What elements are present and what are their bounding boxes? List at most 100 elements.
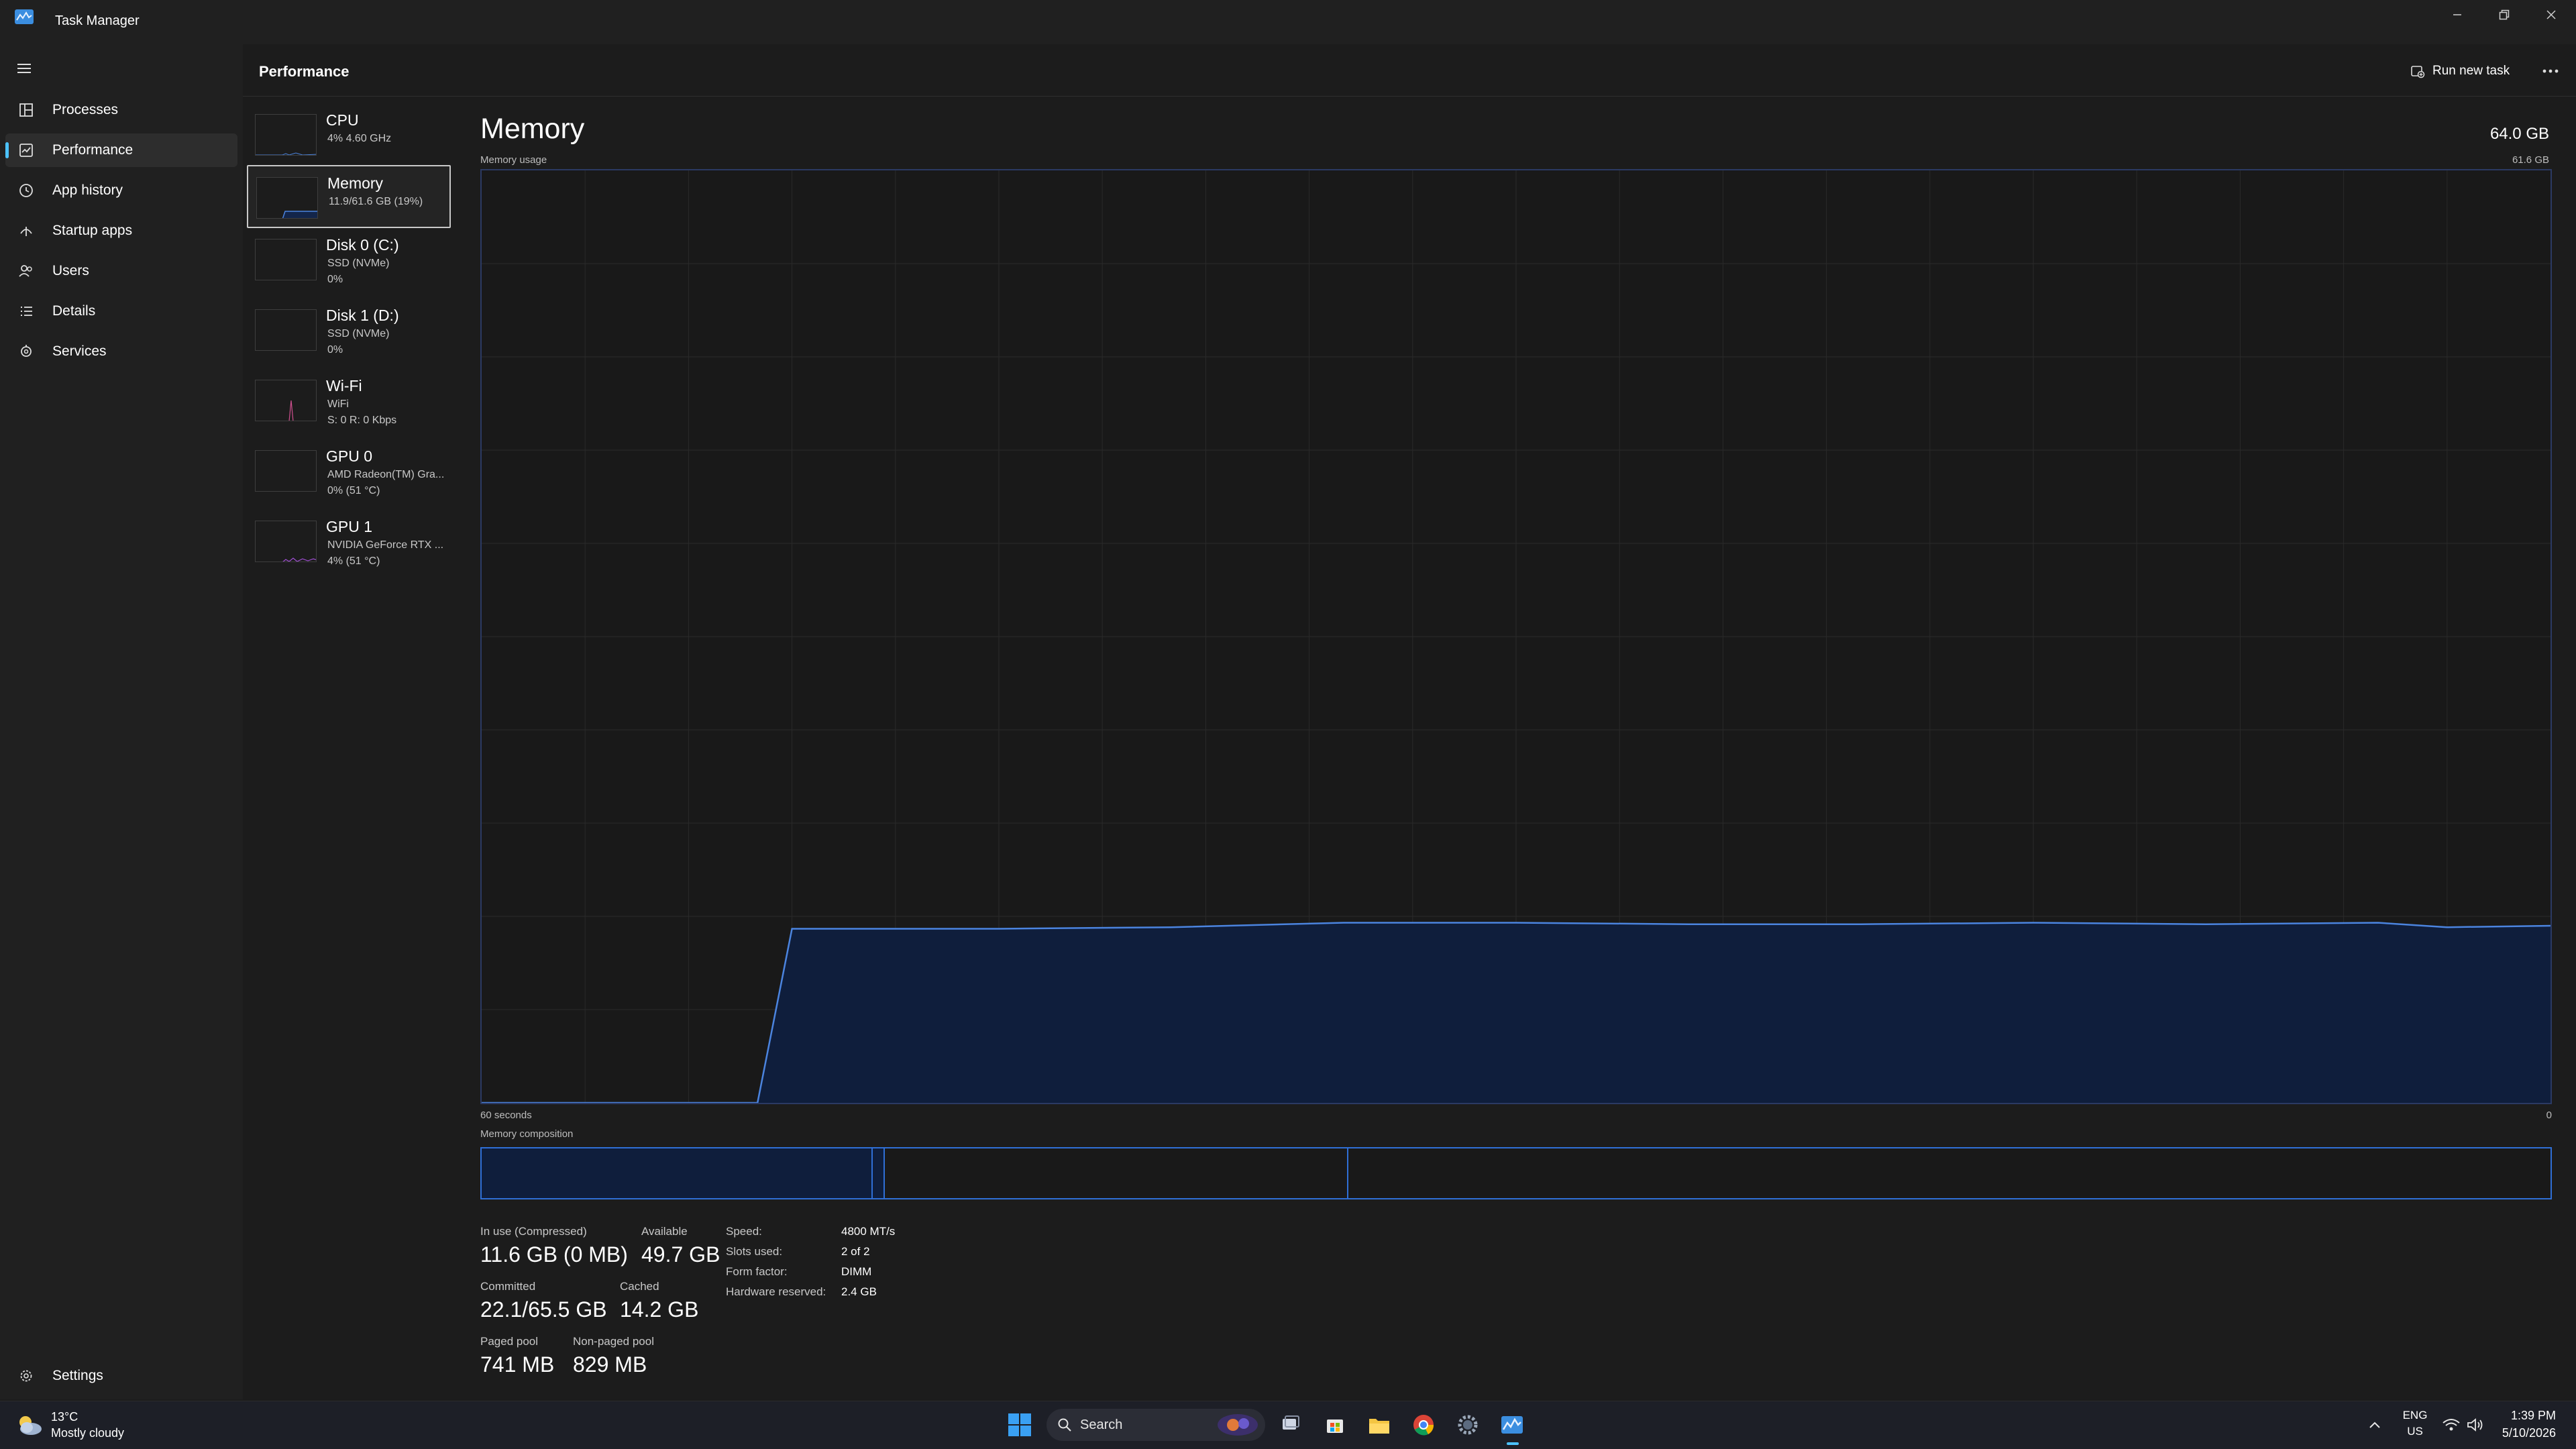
task-manager-taskbar-button[interactable]: [1497, 1410, 1527, 1445]
restore-icon: [2499, 9, 2510, 20]
restore-button[interactable]: [2481, 0, 2528, 30]
run-new-task-label: Run new task: [2432, 64, 2510, 78]
navigation-pane: [0, 44, 243, 1399]
memory-composition-label: Memory composition: [480, 1128, 574, 1140]
speed-value: 4800 MT/s: [841, 1225, 896, 1238]
weather-temperature: 13°C: [51, 1410, 78, 1424]
hamburger-icon: [17, 64, 31, 73]
nav-item-services[interactable]: Services: [5, 335, 237, 368]
weather-widget-button[interactable]: [15, 1411, 44, 1438]
chrome-icon: [1413, 1415, 1434, 1436]
nav-item-label: Users: [52, 263, 89, 278]
folder-icon: [1369, 1419, 1389, 1434]
window-title: Task Manager: [55, 13, 140, 28]
speed-label: Speed:: [726, 1225, 762, 1238]
task-manager-app-icon: [15, 9, 34, 24]
services-icon: [16, 341, 36, 362]
weather-description: Mostly cloudy: [51, 1426, 125, 1440]
file-explorer-button[interactable]: [1364, 1410, 1394, 1440]
header-bar: [243, 44, 2576, 97]
resource-memory[interactable]: Memory 11.9/61.6 GB (19%): [247, 165, 451, 228]
task-view-icon: [1283, 1415, 1299, 1430]
more-options-button[interactable]: [2538, 62, 2563, 80]
resource-name: Disk 1 (D:): [326, 307, 399, 324]
nav-item-performance[interactable]: Performance: [5, 133, 237, 167]
x-axis-start-label: 60 seconds: [480, 1110, 532, 1121]
search-placeholder: Search: [1080, 1417, 1123, 1432]
resource-disk-0[interactable]: Disk 0 (C:) SSD (NVMe) 0%: [247, 228, 451, 291]
task-manager-icon: [1501, 1416, 1523, 1434]
composition-in-use-segment: [482, 1148, 873, 1198]
microsoft-store-button[interactable]: [1320, 1410, 1350, 1440]
resource-detail: SSD (NVMe): [327, 328, 390, 339]
memory-usage-chart: [482, 170, 2551, 1104]
hardware-reserved-label: Hardware reserved:: [726, 1285, 826, 1298]
resource-value: S: 0 R: 0 Kbps: [327, 415, 397, 426]
resource-name: CPU: [326, 111, 359, 129]
nav-item-processes[interactable]: Processes: [5, 93, 237, 127]
language-indicator[interactable]: ENG: [2402, 1409, 2428, 1422]
close-button[interactable]: [2528, 0, 2575, 30]
committed-value: 22.1/65.5 GB: [480, 1297, 607, 1322]
memory-usage-graph: [480, 169, 2552, 1104]
committed-label: Committed: [480, 1280, 536, 1293]
nav-item-startup-apps[interactable]: Startup apps: [5, 214, 237, 248]
page-title: Performance: [259, 63, 350, 80]
minimize-icon: [2453, 14, 2461, 15]
start-button[interactable]: [1005, 1410, 1034, 1440]
resource-name: GPU 1: [326, 518, 373, 535]
cpu-thumbnail-graph: [255, 114, 317, 156]
resource-detail: WiFi: [327, 398, 349, 410]
available-value: 49.7 GB: [641, 1242, 720, 1267]
run-new-task-button[interactable]: Run new task: [2410, 60, 2510, 82]
resource-gpu-1[interactable]: GPU 1 NVIDIA GeForce RTX ... 4% (51 °C): [247, 510, 451, 573]
settings-app-button[interactable]: [1453, 1410, 1483, 1440]
slots-used-value: 2 of 2: [841, 1245, 870, 1258]
settings-gear-icon: [1458, 1415, 1478, 1435]
nav-item-details[interactable]: Details: [5, 294, 237, 328]
resource-name: Disk 0 (C:): [326, 236, 399, 254]
search-icon: [1058, 1418, 1071, 1432]
resource-detail: NVIDIA GeForce RTX ...: [327, 539, 444, 551]
close-icon: [2546, 10, 2556, 19]
resource-wifi[interactable]: Wi-Fi WiFi S: 0 R: 0 Kbps: [247, 369, 451, 432]
nav-item-app-history[interactable]: App history: [5, 174, 237, 207]
non-paged-pool-value: 829 MB: [573, 1352, 647, 1377]
taskbar-search-box[interactable]: Search: [1046, 1409, 1265, 1441]
resource-gpu-0[interactable]: GPU 0 AMD Radeon(TM) Gra... 0% (51 °C): [247, 439, 451, 502]
hamburger-menu-button[interactable]: [15, 59, 34, 78]
processes-icon: [16, 100, 36, 120]
resource-value: 4% (51 °C): [327, 555, 380, 567]
resource-cpu[interactable]: CPU 4% 4.60 GHz: [247, 103, 451, 166]
settings-label: Settings: [52, 1368, 103, 1383]
resource-detail: SSD (NVMe): [327, 258, 390, 269]
clock-time[interactable]: 1:39 PM: [2511, 1409, 2556, 1423]
title-bar: [0, 0, 2576, 44]
cloudy-weather-icon: [19, 1416, 42, 1435]
resource-value: 0% (51 °C): [327, 485, 380, 496]
in-use-label: In use (Compressed): [480, 1225, 587, 1238]
resource-name: Wi-Fi: [326, 377, 362, 394]
chrome-button[interactable]: [1409, 1410, 1438, 1440]
hardware-reserved-value: 2.4 GB: [841, 1285, 877, 1298]
show-hidden-icons-button[interactable]: [2360, 1410, 2390, 1440]
nav-item-label: Processes: [52, 102, 119, 117]
startup-icon: [16, 221, 36, 241]
volume-button[interactable]: [2461, 1410, 2490, 1440]
minimize-button[interactable]: [2434, 0, 2481, 30]
gpu-0-thumbnail-graph: [255, 450, 317, 492]
chevron-up-icon: [2369, 1421, 2380, 1428]
resource-detail: 11.9/61.6 GB (19%): [329, 196, 423, 207]
wifi-icon: [2443, 1419, 2460, 1431]
composition-modified-segment: [872, 1148, 885, 1198]
nav-item-label: Startup apps: [52, 223, 133, 238]
nav-item-settings[interactable]: Settings: [5, 1359, 237, 1393]
nav-item-label: App history: [52, 182, 123, 198]
resource-name: Memory: [327, 174, 384, 192]
resource-disk-1[interactable]: Disk 1 (D:) SSD (NVMe) 0%: [247, 299, 451, 362]
nav-item-users[interactable]: Users: [5, 254, 237, 288]
paged-pool-value: 741 MB: [480, 1352, 555, 1377]
resource-name: GPU 0: [326, 447, 373, 465]
resource-value: 0%: [327, 344, 343, 356]
task-view-button[interactable]: [1276, 1410, 1305, 1440]
